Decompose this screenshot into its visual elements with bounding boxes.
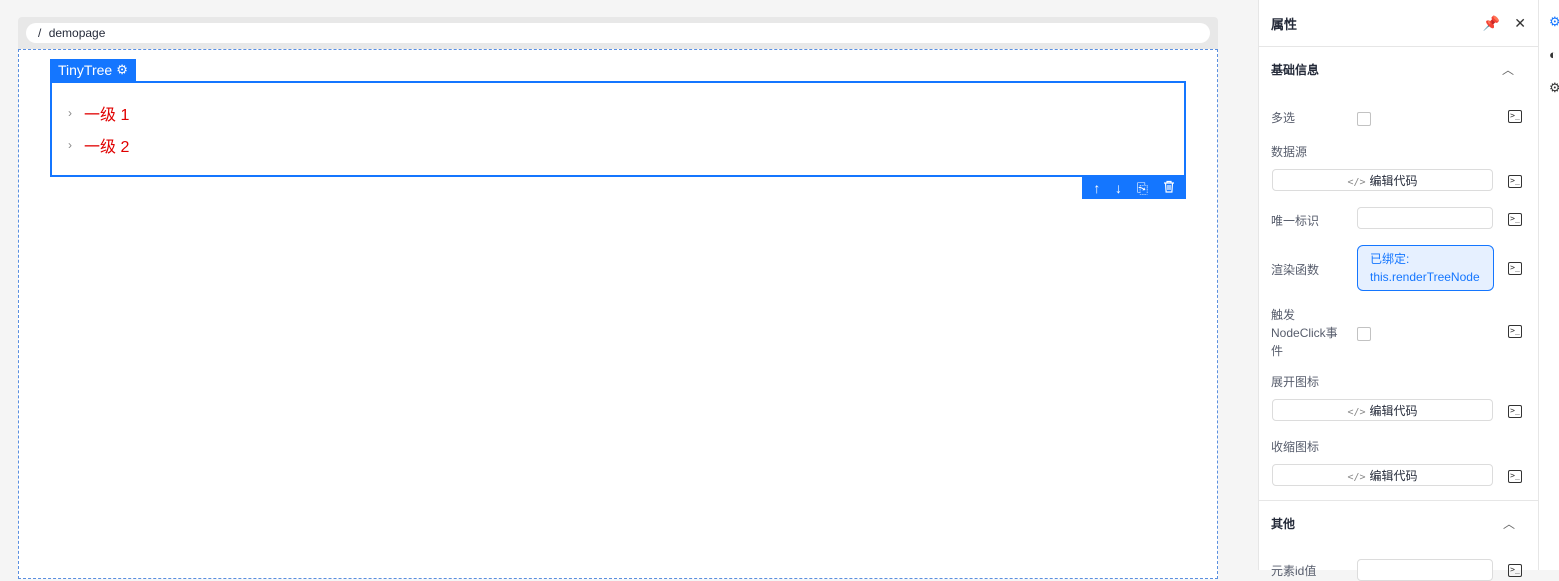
properties-tab-icon[interactable]: ⚙ [1549, 14, 1559, 30]
component-tag[interactable]: TinyTree ⚙ [50, 59, 136, 81]
tree-component[interactable]: › 一级 1 › 一级 2 [50, 81, 1186, 177]
terminal-icon[interactable]: >_ [1508, 175, 1522, 188]
prop-label-multiselect: 多选 [1271, 111, 1296, 125]
code-icon: </> [1347, 177, 1366, 188]
bound-label: 已绑定: [1370, 252, 1410, 266]
arrow-up-icon[interactable]: ↑ [1093, 177, 1100, 199]
code-icon: </> [1347, 472, 1366, 483]
tree-node[interactable]: › 一级 1 [68, 101, 129, 125]
style-tab-icon[interactable]: ◐ [1549, 47, 1557, 62]
section-title: 其他 [1271, 516, 1296, 531]
terminal-icon[interactable]: >_ [1508, 470, 1522, 483]
chevron-right-icon[interactable]: › [68, 138, 84, 152]
prop-label-collapse-icon: 收缩图标 [1271, 440, 1320, 454]
properties-panel: 属性 📌 ✕ 基础信息 ︿ 多选 >_ 数据源 </> 编辑代码 >_ 唯一标识 … [1258, 0, 1539, 581]
terminal-icon[interactable]: >_ [1508, 564, 1522, 577]
terminal-icon[interactable]: >_ [1508, 262, 1522, 275]
tree-node-label[interactable]: 一级 2 [84, 133, 129, 157]
prop-label-datasource: 数据源 [1271, 145, 1308, 159]
section-other[interactable]: 其他 ︿ [1259, 501, 1539, 545]
chevron-up-icon[interactable]: ︿ [1502, 61, 1514, 78]
bound-value: this.renderTreeNode [1370, 270, 1480, 284]
terminal-icon[interactable]: >_ [1508, 325, 1522, 338]
prop-label-render-fn: 渲染函数 [1271, 263, 1320, 277]
terminal-icon[interactable]: >_ [1508, 405, 1522, 418]
datasource-edit-code-button[interactable]: </> 编辑代码 [1272, 169, 1493, 191]
component-action-bar: ↑ ↓ ⎘ [1082, 177, 1186, 199]
breadcrumb-bar: / demopage [18, 17, 1218, 49]
terminal-icon[interactable]: >_ [1508, 110, 1522, 123]
edit-code-label: 编辑代码 [1369, 469, 1418, 483]
delete-icon[interactable] [1163, 177, 1175, 199]
edit-code-label: 编辑代码 [1369, 404, 1418, 418]
prop-label-node-click-1: 触发 [1271, 308, 1296, 322]
chevron-right-icon[interactable]: › [68, 106, 84, 120]
unique-id-input[interactable] [1357, 207, 1493, 229]
expand-icon-edit-code-button[interactable]: </> 编辑代码 [1272, 399, 1493, 421]
prop-label-expand-icon: 展开图标 [1271, 375, 1320, 389]
arrow-down-icon[interactable]: ↓ [1115, 177, 1122, 199]
terminal-icon[interactable]: >_ [1508, 213, 1522, 226]
panel-title: 属性 [1271, 16, 1298, 32]
panel-header: 属性 📌 ✕ [1259, 0, 1538, 47]
prop-label-element-id: 元素id值 [1271, 564, 1317, 578]
code-icon: </> [1347, 407, 1366, 418]
side-rail: ⚙ ◐ ⚙ [1538, 0, 1559, 570]
multiselect-checkbox[interactable] [1357, 112, 1371, 126]
section-title: 基础信息 [1271, 62, 1320, 77]
pin-icon[interactable]: 📌 [1483, 15, 1500, 32]
component-name: TinyTree [58, 62, 113, 78]
gear-icon[interactable]: ⚙ [116, 59, 128, 81]
close-icon[interactable]: ✕ [1514, 15, 1526, 32]
element-id-input[interactable] [1357, 559, 1493, 581]
prop-label-node-click-3: 件 [1271, 344, 1284, 358]
tree-node[interactable]: › 一级 2 [68, 133, 129, 157]
breadcrumb-page[interactable]: demopage [49, 26, 106, 40]
chevron-up-icon[interactable]: ︿ [1503, 515, 1515, 532]
render-fn-binding[interactable]: 已绑定: this.renderTreeNode [1357, 245, 1494, 291]
section-basic-info[interactable]: 基础信息 ︿ [1259, 47, 1538, 91]
breadcrumb-separator: / [38, 26, 42, 40]
node-click-checkbox[interactable] [1357, 327, 1371, 341]
advanced-tab-icon[interactable]: ⚙ [1549, 80, 1559, 96]
collapse-icon-edit-code-button[interactable]: </> 编辑代码 [1272, 464, 1493, 486]
prop-label-unique-id: 唯一标识 [1271, 214, 1320, 228]
edit-code-label: 编辑代码 [1369, 174, 1418, 188]
breadcrumb[interactable]: / demopage [26, 23, 1210, 43]
tree-node-label[interactable]: 一级 1 [84, 101, 129, 125]
prop-label-node-click-2: NodeClick事 [1271, 326, 1338, 340]
copy-icon[interactable]: ⎘ [1137, 177, 1148, 199]
